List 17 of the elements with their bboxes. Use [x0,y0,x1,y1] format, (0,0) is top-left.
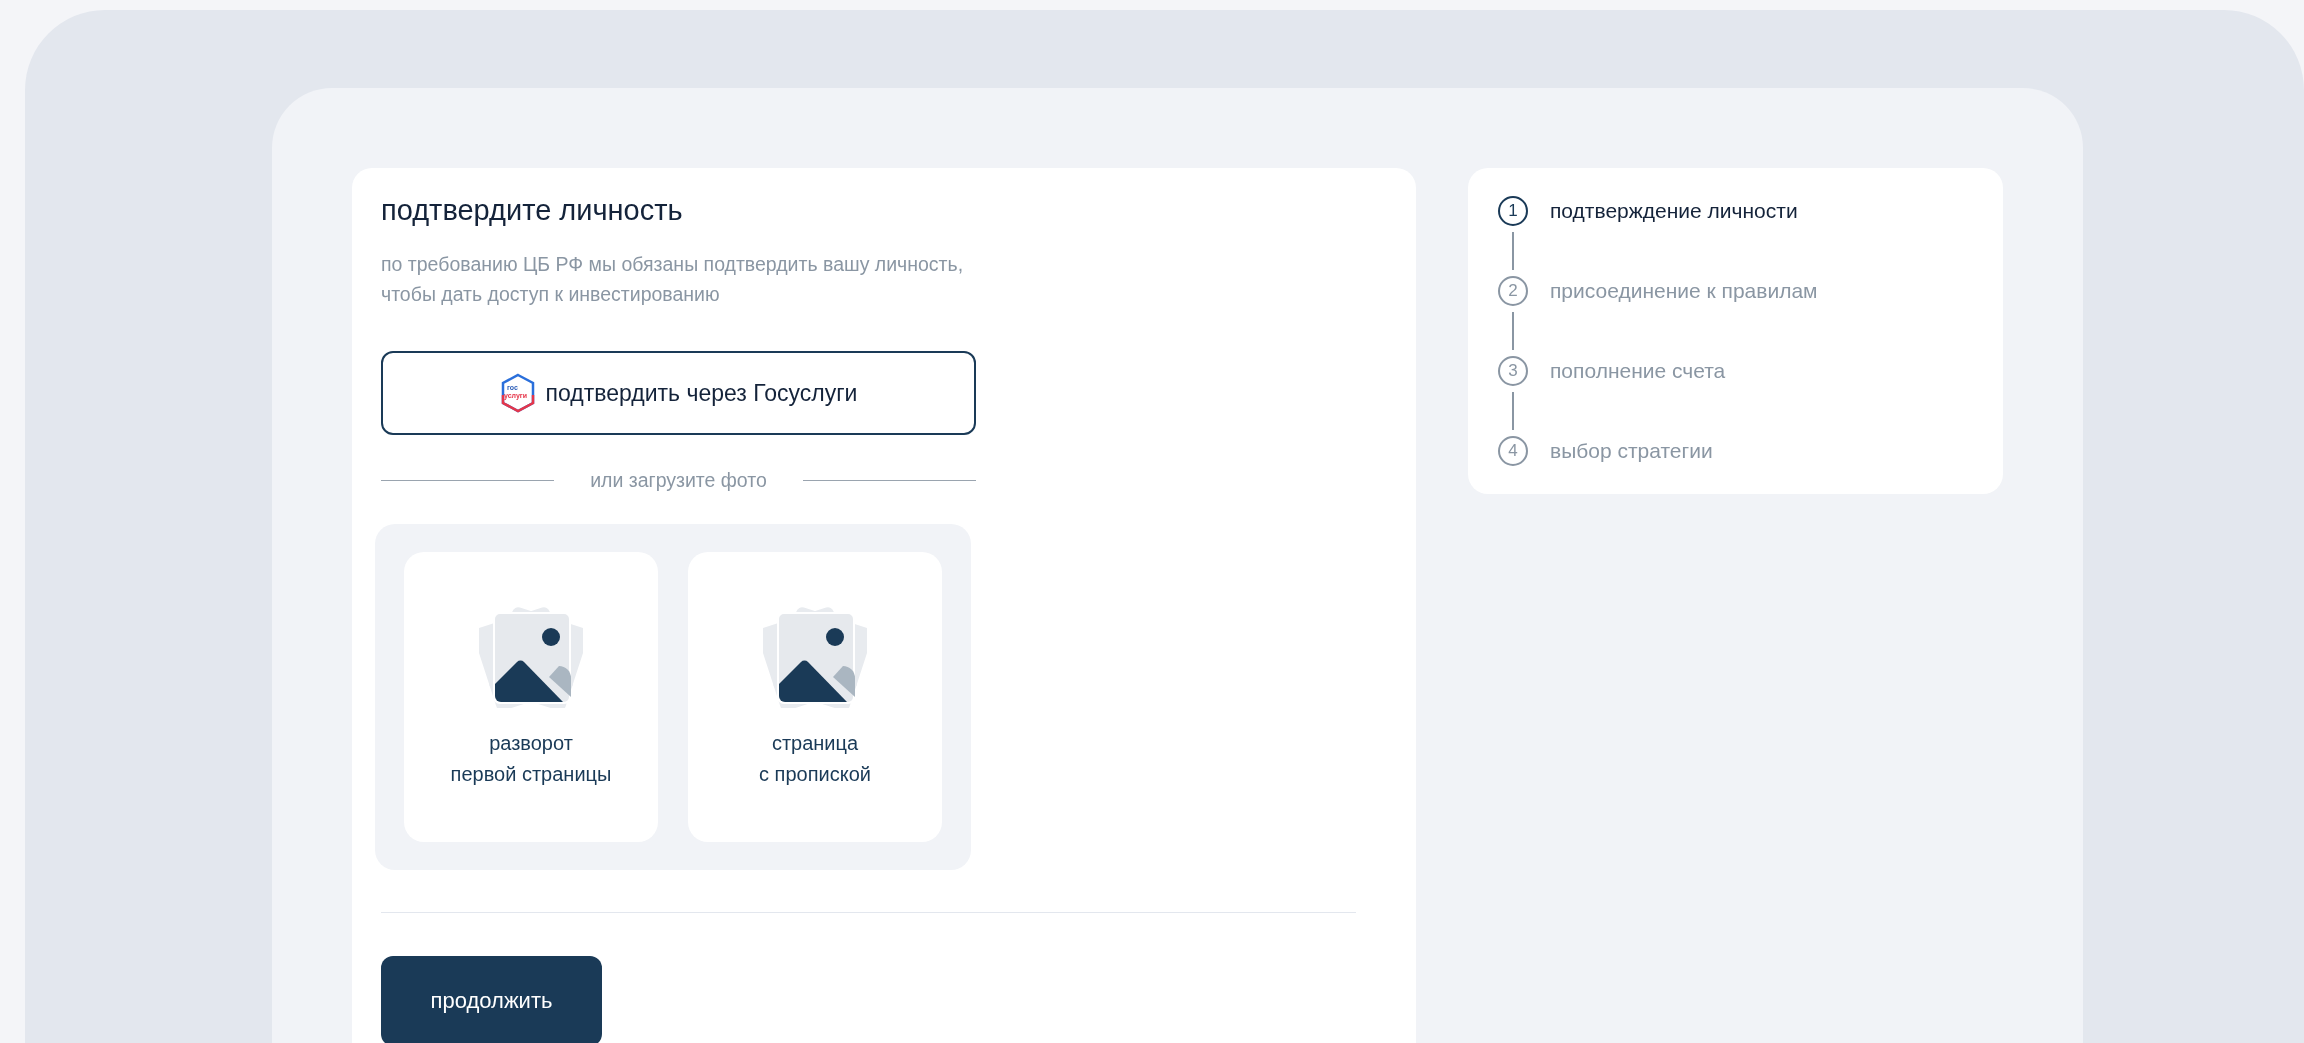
continue-button[interactable]: продолжить [381,956,602,1043]
divider-text: или загрузите фото [589,469,768,492]
step-label: подтверждение личности [1550,199,1798,223]
image-stack-icon [479,604,583,708]
step-label: пополнение счета [1550,359,1726,383]
step-number: 1 [1498,196,1528,226]
subtitle-text: чтобы дать доступ к инвестированию [381,282,721,307]
step-number: 3 [1498,356,1528,386]
upload-card[interactable]: страница с пропиской [688,552,942,842]
step-number: 4 [1498,436,1528,466]
step-label: присоединение к правилам [1550,279,1818,303]
upload-card[interactable]: разворот первой страницы [404,552,658,842]
image-stack-icon [763,604,867,708]
subtitle-text: по требованию ЦБ РФ мы обязаны подтвердить вашу личность, [381,252,965,277]
step-number: 2 [1498,276,1528,306]
page-title: подтвердите личность [381,194,684,227]
step-label: выбор стратегии [1550,439,1713,463]
